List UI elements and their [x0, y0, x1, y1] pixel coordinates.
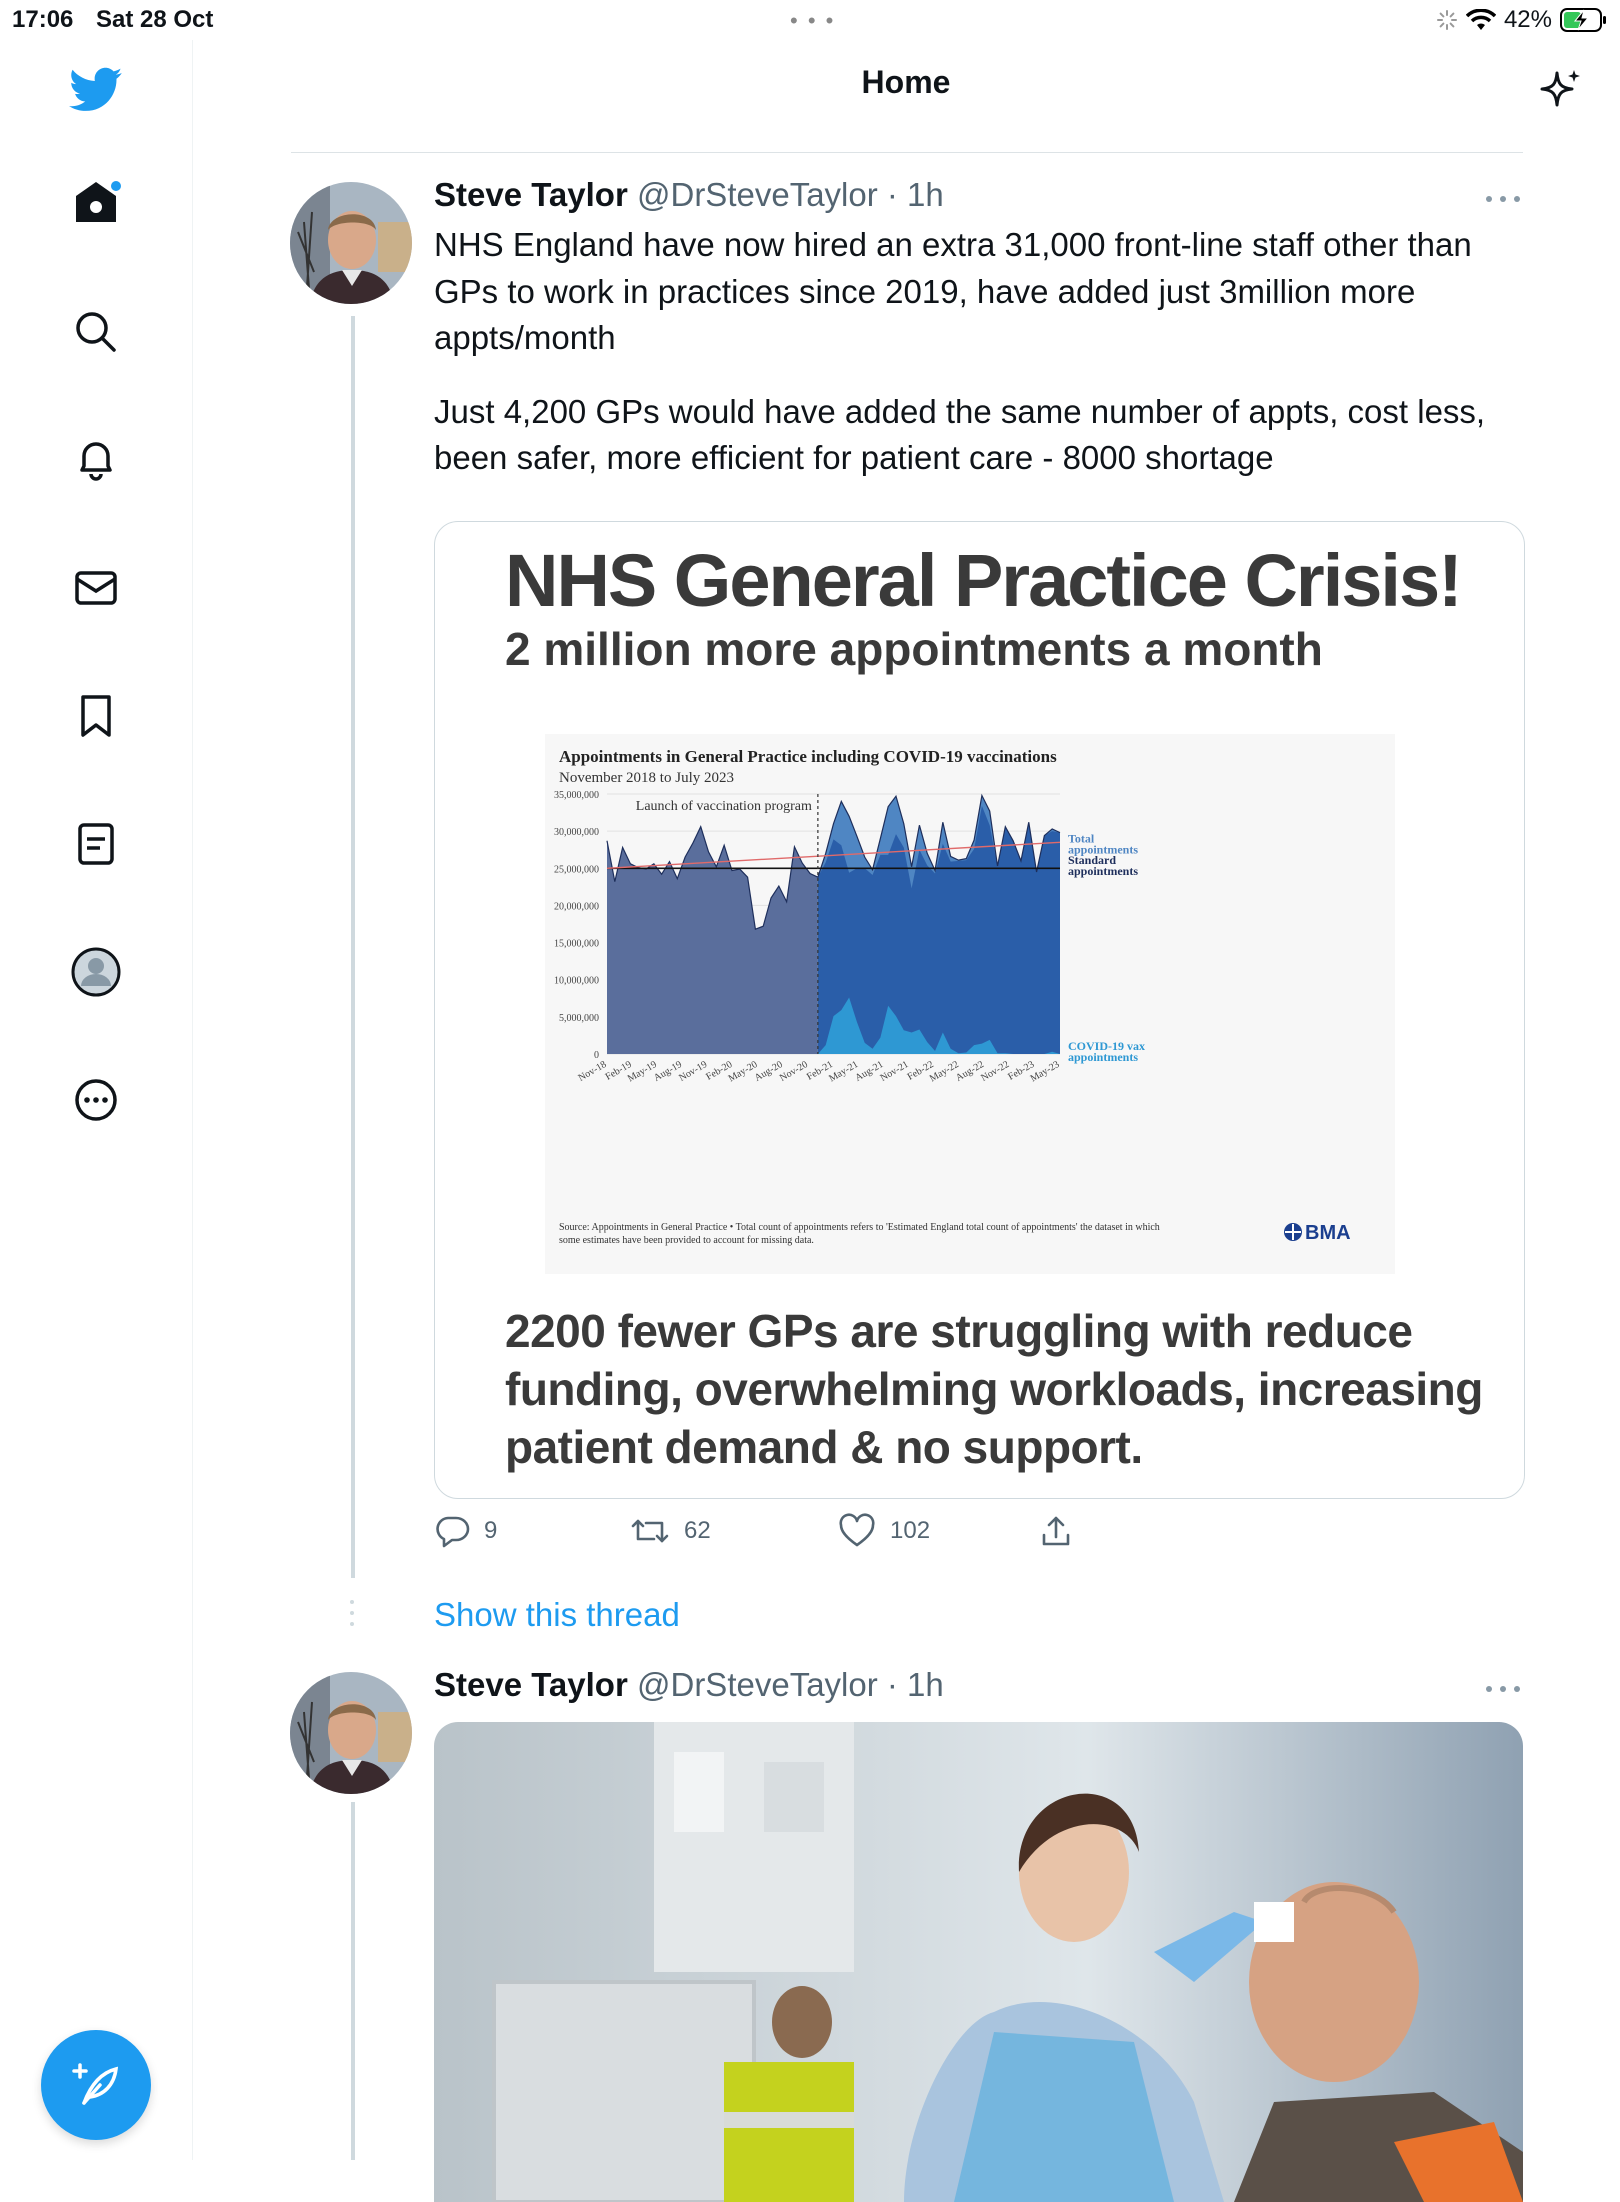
multitasking-dots-icon[interactable]: • • •: [790, 8, 835, 34]
legend-standard-appointments-cont: appointments: [1068, 864, 1138, 878]
tweet-more-icon[interactable]: [1486, 1679, 1520, 1699]
home-icon[interactable]: [66, 172, 126, 232]
reply-button[interactable]: 9: [434, 1513, 497, 1549]
loading-spinner-icon: [1436, 10, 1457, 30]
notifications-bell-icon[interactable]: [66, 430, 126, 490]
chart-annotation: Launch of vaccination program: [636, 799, 812, 814]
show-thread-link[interactable]: Show this thread: [434, 1596, 680, 1634]
chart-subtitle: November 2018 to July 2023: [559, 770, 734, 786]
chart-y-tick-label: 15,000,000: [554, 939, 599, 950]
tweet-time[interactable]: · 1h: [887, 176, 944, 213]
appointments-chart: Appointments in General Practice includi…: [545, 734, 1395, 1274]
chart-source-line-2: some estimates have been provided to acc…: [559, 1235, 814, 1246]
reply-icon: [436, 1516, 470, 1548]
tweet-photo[interactable]: [434, 1722, 1523, 2202]
twitter-logo-icon[interactable]: [66, 60, 126, 120]
chart-source-line-1: Source: Appointments in General Practice…: [559, 1222, 1160, 1233]
messages-envelope-icon[interactable]: [66, 558, 126, 618]
chart-y-tick-label: 30,000,000: [554, 827, 599, 838]
media-bottom-text: 2200 fewer GPs are struggling with reduc…: [505, 1305, 1483, 1473]
retweet-icon: [631, 1519, 669, 1543]
status-right: 42%: [1436, 4, 1608, 36]
author-name[interactable]: Steve Taylor: [434, 176, 628, 213]
status-time: 17:06: [12, 6, 74, 33]
media-title: NHS General Practice Crisis!: [505, 539, 1463, 622]
avatar[interactable]: [290, 1672, 412, 1794]
chart-y-tick-label: 5,000,000: [559, 1013, 599, 1024]
retweet-button[interactable]: 62: [630, 1513, 711, 1549]
share-icon: [1042, 1516, 1070, 1546]
media-subtitle: 2 million more appointments a month: [505, 623, 1323, 675]
author-handle[interactable]: @DrSteveTaylor: [637, 176, 878, 213]
reply-count: 9: [484, 1517, 498, 1544]
tweet-text-paragraph-2: Just 4,200 GPs would have added the same…: [434, 392, 1486, 477]
author-name[interactable]: Steve Taylor: [434, 1666, 628, 1703]
chart-y-tick-label: 25,000,000: [554, 864, 599, 875]
compose-tweet-button[interactable]: [41, 2030, 151, 2140]
profile-icon[interactable]: [66, 942, 126, 1002]
tweet-text: NHS England have now hired an extra 31,0…: [434, 222, 1534, 482]
retweet-count: 62: [684, 1517, 711, 1544]
like-heart-icon: [839, 1513, 875, 1547]
bookmarks-icon[interactable]: [66, 686, 126, 746]
author-handle[interactable]: @DrSteveTaylor: [637, 1666, 878, 1703]
chart-title: Appointments in General Practice includi…: [559, 747, 1057, 766]
bma-brand: BMA: [1305, 1222, 1351, 1244]
thread-connector-dots: [350, 1600, 356, 1626]
like-count: 102: [890, 1517, 931, 1544]
compose-feather-icon: [72, 2063, 119, 2105]
top-tweets-sparkle-icon[interactable]: [1530, 60, 1590, 120]
tweet-more-icon[interactable]: [1486, 189, 1520, 209]
tweet-actions: 9 62 102: [434, 1513, 1134, 1561]
wifi-icon: [1465, 9, 1496, 30]
legend-covid-vax-appointments-cont: appointments: [1068, 1050, 1138, 1064]
more-options-icon[interactable]: [66, 1070, 126, 1130]
header-divider: [291, 152, 1523, 153]
battery-percent: 42%: [1503, 6, 1552, 33]
thread-connector-line-2: [351, 1802, 355, 2160]
page-title: Home: [861, 64, 951, 100]
chart-y-tick-label: 0: [594, 1050, 599, 1061]
chart-y-tick-label: 10,000,000: [554, 976, 599, 987]
share-button[interactable]: [1038, 1513, 1074, 1549]
like-button[interactable]: 102: [838, 1513, 930, 1549]
lists-icon[interactable]: [66, 814, 126, 874]
tweet-header: Steve Taylor @DrSteveTaylor · 1h: [434, 1666, 944, 1704]
tweet-header: Steve Taylor @DrSteveTaylor · 1h: [434, 176, 944, 214]
thread-connector-line: [351, 316, 355, 1578]
battery-charging-icon: [1560, 8, 1606, 32]
status-bar: 17:06 Sat 28 Oct • • • 42%: [0, 0, 1620, 40]
tweet-text-paragraph-1: NHS England have now hired an extra 31,0…: [434, 226, 1472, 356]
status-date: Sat 28 Oct: [96, 6, 214, 33]
tweet-media-image[interactable]: NHS General Practice Crisis! 2 million m…: [434, 521, 1525, 1499]
chart-y-tick-label: 20,000,000: [554, 901, 599, 912]
avatar[interactable]: [290, 182, 412, 304]
tweet-time[interactable]: · 1h: [887, 1666, 944, 1703]
sidebar: [0, 40, 193, 2160]
bma-logo: BMA: [1284, 1222, 1351, 1244]
chart-y-tick-label: 35,000,000: [554, 790, 599, 801]
search-icon[interactable]: [66, 302, 126, 362]
